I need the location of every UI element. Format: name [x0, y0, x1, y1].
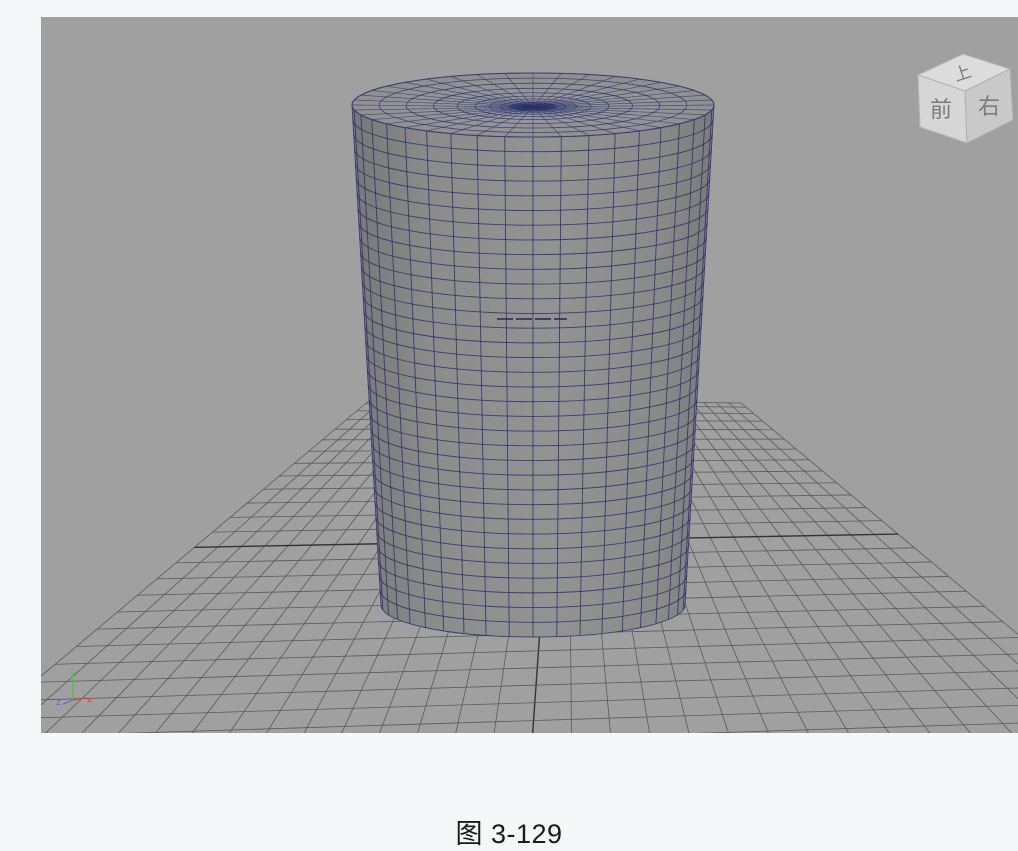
grid-line: [679, 402, 937, 733]
figure-caption: 图 3-129: [0, 812, 1018, 851]
z-axis-line: [63, 700, 73, 704]
z-axis-label: z: [56, 697, 61, 708]
grid-line: [41, 399, 371, 733]
axis-indicator: y z x: [56, 669, 92, 708]
grid-line: [716, 403, 1018, 733]
x-axis-label: x: [87, 695, 92, 706]
view-cube-right-label: 右: [978, 95, 1000, 120]
grid-line: [667, 402, 897, 733]
grid-line: [41, 670, 1018, 701]
grid-line: [84, 400, 421, 733]
cap-center: [511, 102, 555, 112]
3d-viewport[interactable]: 上 前 右 y z x: [41, 17, 1018, 733]
cap-wireframe: [352, 73, 714, 137]
grid-line: [55, 637, 1018, 664]
grid-line: [729, 403, 1018, 733]
cylinder-mesh[interactable]: [352, 73, 714, 637]
grid-line: [741, 403, 1018, 733]
grid-line: [41, 399, 396, 733]
scene-canvas[interactable]: 上 前 右 y z x: [41, 17, 1018, 733]
view-cube-front-label: 前: [930, 98, 952, 123]
grid-line: [692, 402, 979, 733]
grid-line: [704, 403, 1018, 733]
grid-line: [41, 686, 1018, 719]
y-axis-label: y: [70, 669, 75, 680]
view-cube[interactable]: 上 前 右: [918, 54, 1013, 143]
grid-line: [41, 653, 1018, 682]
grid-line: [41, 399, 383, 733]
